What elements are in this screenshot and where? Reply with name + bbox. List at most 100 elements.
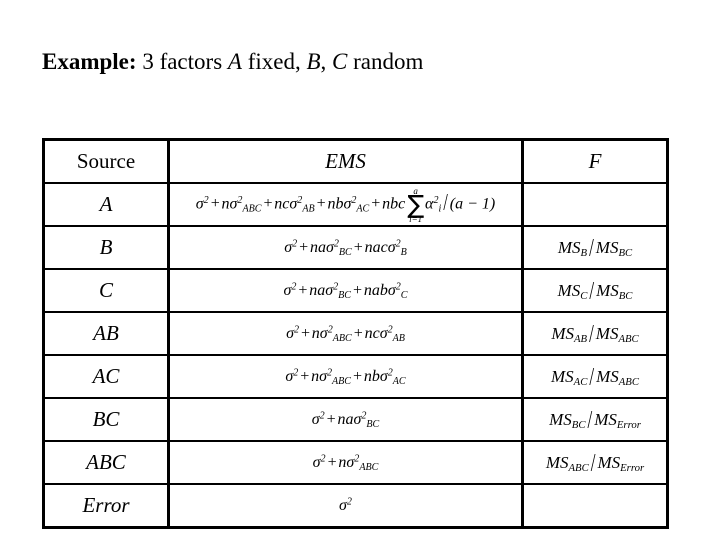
subscript-ac: AC [573, 375, 588, 388]
plus-operator: + [315, 195, 327, 213]
sigma-symbol: σ [319, 367, 327, 385]
ems-formula-bc: σ2+naσ2BC [167, 397, 524, 442]
coefficient-na: na [337, 410, 354, 428]
title-factor-a: A [227, 49, 242, 74]
subscript-abc: ABC [332, 332, 352, 344]
row-label-abc: ABC [43, 440, 170, 485]
sigma-summation-icon: ∑ [407, 189, 425, 219]
table-row: C σ2+naσ2BC+nabσ2C MSC / MSBC [43, 268, 668, 313]
coefficient-nac: nac [364, 238, 388, 256]
coefficient-n: n [311, 367, 320, 385]
table-row: AB σ2+nσ2ABC+ncσ2AB MSAB / MSABC [43, 311, 668, 356]
ms-label: MS [545, 452, 569, 472]
sigma-symbol: σ [379, 367, 388, 385]
subscript-abc: ABC [242, 202, 262, 214]
plus-operator: + [352, 238, 364, 256]
coefficient-n: n [221, 195, 230, 213]
plus-operator: + [262, 195, 274, 213]
subscript-bc: BC [571, 418, 586, 431]
ms-label: MS [594, 409, 617, 429]
exponent: 2 [203, 194, 209, 206]
ms-label: MS [597, 452, 621, 472]
coefficient-nb: nb [363, 367, 380, 385]
ms-label: MS [549, 409, 572, 429]
plus-operator: + [300, 324, 311, 342]
subscript-ab: AB [302, 202, 315, 214]
sigma-symbol: σ [325, 281, 334, 299]
ms-label: MS [551, 366, 574, 386]
coefficient-nc: nc [364, 324, 380, 342]
exponent: 2 [319, 409, 325, 421]
f-statistic-error [521, 483, 668, 528]
title-rest-4: random [347, 49, 424, 74]
subscript-ac: AC [356, 202, 370, 214]
f-statistic-a [521, 182, 668, 227]
coefficient-nbc: nbc [382, 195, 406, 213]
subscript-c: C [400, 289, 408, 301]
subscript-b: B [400, 246, 407, 258]
title-factor-b: B [306, 49, 321, 74]
subscript-bc: BC [338, 289, 352, 301]
title-factor-c: C [332, 49, 348, 74]
division-slash: / [589, 232, 594, 262]
plus-operator: + [352, 281, 363, 299]
title-rest-1: 3 factors [136, 49, 228, 74]
sigma-symbol: σ [339, 496, 347, 514]
ems-formula-ac: σ2+nσ2ABC+nbσ2AC [167, 354, 524, 399]
subscript-bc: BC [338, 246, 352, 258]
f-statistic-ab: MSAB / MSABC [521, 311, 668, 356]
subscript-error: Error [620, 461, 645, 474]
f-statistic-bc: MSBC / MSError [521, 397, 668, 442]
ems-formula-c: σ2+naσ2BC+nabσ2C [167, 268, 524, 313]
subscript-ab: AB [573, 332, 588, 345]
ems-formula-error: σ2 [167, 483, 524, 528]
ms-label: MS [557, 280, 581, 300]
division-slash: / [589, 275, 595, 305]
summation-lower-limit: i=1 [409, 213, 423, 224]
subscript-abc: ABC [618, 375, 639, 388]
subscript-c: C [580, 289, 588, 302]
sigma-symbol: σ [195, 195, 204, 213]
row-label-ac: AC [43, 354, 170, 399]
ms-label: MS [596, 366, 619, 386]
page-title: Example: 3 factors A fixed, B, C random [42, 48, 423, 76]
subscript-error: Error [616, 418, 641, 431]
ms-label: MS [595, 237, 619, 257]
exponent: 2 [346, 495, 352, 507]
division-slash: / [590, 447, 596, 477]
ms-label: MS [551, 323, 574, 343]
row-label-a: A [43, 182, 170, 227]
subscript-ab: AB [392, 332, 405, 344]
sigma-symbol: σ [387, 238, 396, 256]
row-label-error: Error [43, 483, 170, 528]
table-row: BC σ2+naσ2BC MSBC / MSError [43, 397, 668, 442]
exponent: 2 [320, 452, 326, 464]
division-slash: / [589, 361, 595, 391]
sigma-symbol: σ [286, 324, 294, 342]
division-slash: / [587, 404, 593, 434]
plus-operator: + [352, 324, 364, 342]
column-header-ems: EMS [167, 139, 524, 184]
subscript-bc: BC [618, 246, 633, 259]
row-label-ab: AB [43, 311, 170, 356]
ems-formula-a: σ2+nσ2ABC+ncσ2AB+nbσ2AC+nbc a ∑ i=1 α2i / (a −… [167, 182, 524, 227]
coefficient-na: na [309, 281, 326, 299]
ms-label: MS [595, 323, 619, 343]
plus-operator: + [352, 367, 363, 385]
table-row: Error σ2 [43, 483, 668, 528]
ms-label: MS [596, 280, 619, 300]
ems-formula-b: σ2+naσ2BC+nacσ2B [167, 225, 524, 270]
plus-operator: + [370, 195, 382, 213]
plus-operator: + [209, 195, 221, 213]
title-rest-2: fixed, [241, 49, 307, 74]
f-statistic-ac: MSAC / MSABC [521, 354, 668, 399]
ems-formula-abc: σ2+nσ2ABC [167, 440, 524, 485]
coefficient-nab: nab [363, 281, 388, 299]
summation-operator: a ∑ i=1 [407, 186, 425, 224]
subscript-abc: ABC [359, 461, 379, 473]
sigma-symbol: σ [319, 324, 328, 342]
subscript-abc: ABC [568, 461, 589, 474]
sigma-symbol: σ [379, 324, 388, 342]
subscript-bc: BC [618, 289, 633, 302]
sigma-symbol: σ [312, 453, 321, 471]
